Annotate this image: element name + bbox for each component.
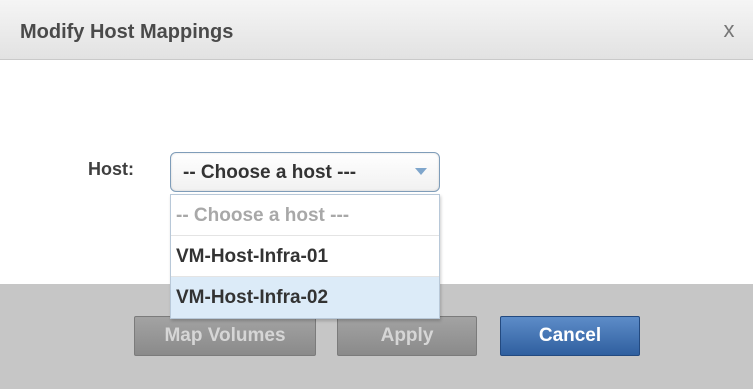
host-option-placeholder[interactable]: -- Choose a host --- xyxy=(171,195,439,236)
host-select[interactable]: -- Choose a host --- xyxy=(170,152,440,192)
dialog-title: Modify Host Mappings xyxy=(20,21,234,43)
modify-host-mappings-dialog: Modify Host Mappings x Host: -- Choose a… xyxy=(0,0,753,389)
apply-button[interactable]: Apply xyxy=(337,316,477,356)
host-label: Host: xyxy=(88,159,134,179)
dialog-titlebar: Modify Host Mappings x xyxy=(0,0,753,60)
host-select-value: -- Choose a host --- xyxy=(183,162,357,183)
host-dropdown-list: -- Choose a host --- VM-Host-Infra-01 VM… xyxy=(170,194,440,319)
close-icon[interactable]: x xyxy=(717,16,741,44)
host-option-vm-host-infra-01[interactable]: VM-Host-Infra-01 xyxy=(171,236,439,277)
chevron-down-icon xyxy=(415,168,427,175)
host-option-vm-host-infra-02[interactable]: VM-Host-Infra-02 xyxy=(171,277,439,318)
cancel-button[interactable]: Cancel xyxy=(500,316,640,356)
map-volumes-button[interactable]: Map Volumes xyxy=(134,316,316,356)
